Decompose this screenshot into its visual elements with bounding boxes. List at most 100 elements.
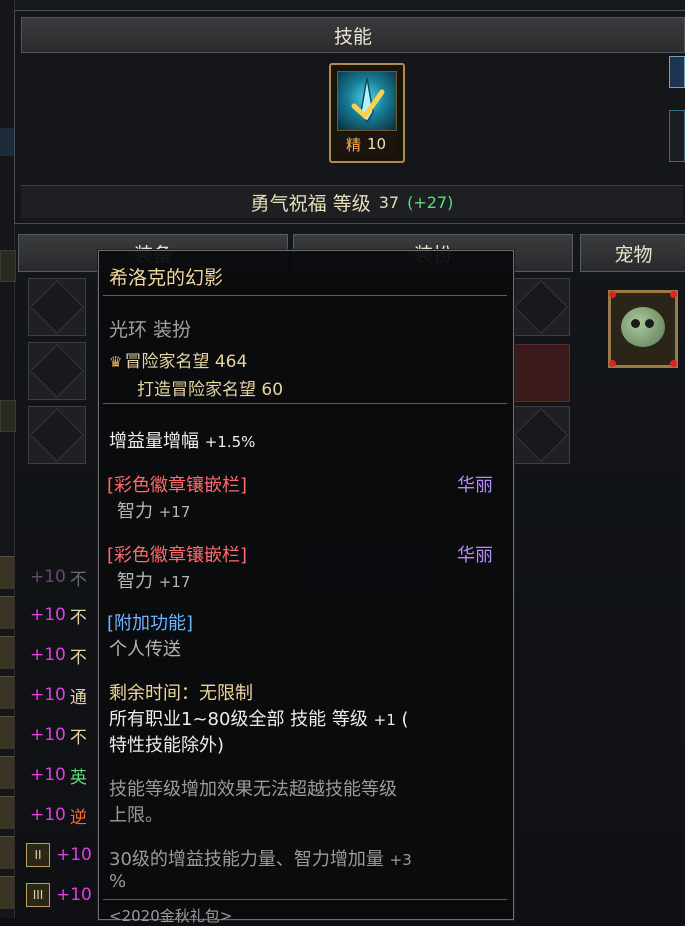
- list-item-icon: [0, 836, 14, 869]
- effect-text: 所有职业1~80级全部 技能 等级: [109, 709, 368, 730]
- remaining-time: 剩余时间：无限制: [109, 683, 253, 704]
- list-item[interactable]: +10 不: [14, 636, 110, 674]
- enhance-level: +10: [30, 725, 66, 745]
- emblem-slot-2-stat: 智力 +17: [117, 567, 190, 593]
- pet-eye: [631, 319, 640, 328]
- list-item[interactable]: +10 不: [14, 716, 110, 754]
- list-item[interactable]: +10 逆: [14, 796, 110, 834]
- extra-function-value: 个人传送: [109, 639, 181, 660]
- equipment-slot[interactable]: [28, 278, 86, 336]
- enhance-level: +10: [30, 645, 66, 665]
- list-item-icon: [0, 676, 14, 709]
- left-chip[interactable]: [0, 400, 16, 432]
- bonus-line-2: %: [109, 871, 127, 892]
- item-type: 光环 装扮: [109, 319, 192, 341]
- item-name-fragment: 不: [69, 647, 87, 668]
- list-item[interactable]: +10 不: [14, 558, 110, 596]
- list-item[interactable]: +10 不: [14, 596, 110, 634]
- mastery-label: 精: [345, 135, 361, 154]
- note-line-1: 技能等级增加效果无法超越技能等级: [109, 779, 397, 800]
- avatar-slot[interactable]: [512, 278, 570, 336]
- craft-fame-label: 打造冒险家名望: [137, 380, 256, 400]
- effect-line-1: 所有职业1~80级全部 技能 等级 +1 (: [109, 705, 409, 731]
- list-item[interactable]: III +10: [14, 876, 110, 914]
- enhance-level: +10: [56, 885, 92, 905]
- craft-fame-value: 60: [261, 380, 284, 400]
- enhance-level: +10: [30, 765, 66, 785]
- skill-name: 勇气祝福 等级: [250, 192, 371, 215]
- buff-amp-label: 增益量增幅: [109, 431, 199, 452]
- item-name-fragment: 不: [69, 569, 87, 590]
- stat-value: +17: [158, 573, 191, 591]
- enhance-level: +10: [30, 685, 66, 705]
- avatar-slot-filled[interactable]: [512, 344, 570, 402]
- skill-level: 37: [378, 192, 400, 212]
- right-edge-button[interactable]: [669, 56, 685, 88]
- skill-panel: 技能 精 10 勇气祝福 等级 37 (+27): [14, 10, 685, 224]
- stat-name: 智力: [117, 501, 153, 522]
- enhance-level: +10: [30, 605, 66, 625]
- item-name-fragment: 逆: [69, 807, 87, 828]
- roman-numeral-badge: II: [26, 843, 50, 867]
- list-item[interactable]: +10 通: [14, 676, 110, 714]
- pet-face-icon: [621, 307, 665, 347]
- item-name-fragment: 英: [69, 767, 87, 788]
- effect-line-2: 特性技能除外): [109, 735, 225, 756]
- divider: [103, 403, 507, 404]
- emblem-slot-2-rarity: 华丽: [457, 545, 493, 566]
- avatar-slot[interactable]: [512, 406, 570, 464]
- item-tooltip: 希洛克的幻影 光环 装扮 ♛ 冒险家名望 464 打造冒险家名望 60 增益量增幅…: [98, 250, 514, 925]
- list-item-icon: [0, 636, 14, 669]
- extra-function-label: [附加功能]: [107, 613, 194, 634]
- list-item-icon: [0, 716, 14, 749]
- emblem-slot-1-label: [彩色徽章镶嵌栏]: [107, 475, 248, 496]
- note-line-2: 上限。: [109, 805, 163, 826]
- list-item-icon: [0, 756, 14, 789]
- buff-amp-value: +1.5%: [204, 433, 256, 451]
- stat-value: +17: [158, 503, 191, 521]
- item-name-fragment: 不: [69, 727, 87, 748]
- bonus-line-1: 30级的增益技能力量、智力增加量 +3: [109, 845, 412, 871]
- enhance-level: +10: [56, 845, 92, 865]
- list-item-icon: [0, 876, 14, 909]
- bonus-text: 30级的增益技能力量、智力增加量: [109, 849, 384, 870]
- skill-slot[interactable]: 精 10: [329, 63, 405, 163]
- list-item[interactable]: II +10: [14, 836, 110, 874]
- corner-gem: [609, 360, 616, 367]
- skill-info-bar: 勇气祝福 等级 37 (+27): [21, 185, 683, 218]
- divider: [103, 899, 507, 900]
- equipment-slot[interactable]: [28, 406, 86, 464]
- list-item-icon: [0, 556, 14, 589]
- pet-slot[interactable]: [608, 290, 678, 368]
- fame-value: 464: [214, 352, 248, 372]
- roman-numeral-badge: III: [26, 883, 50, 907]
- effect-paren: (: [401, 709, 409, 730]
- mastery-value: 10: [366, 135, 387, 153]
- craft-fame-line: 打造冒险家名望 60: [137, 375, 283, 400]
- sword-buff-icon: [337, 71, 397, 131]
- divider: [103, 295, 507, 296]
- fame-line: ♛ 冒险家名望 464: [109, 347, 247, 372]
- right-edge-panel: [669, 110, 685, 162]
- skill-level-tag: 精 10: [337, 133, 395, 155]
- fame-icon: ♛: [109, 353, 123, 371]
- left-chip[interactable]: [0, 250, 16, 282]
- list-item[interactable]: +10 英: [14, 756, 110, 794]
- list-item-icon: [0, 596, 14, 629]
- tab-pet[interactable]: 宠物: [580, 234, 685, 272]
- corner-gem: [670, 360, 677, 367]
- emblem-slot-1-rarity: 华丽: [457, 475, 493, 496]
- emblem-slot-1-stat: 智力 +17: [117, 497, 190, 523]
- list-item-icon: [0, 796, 14, 829]
- item-name: 希洛克的幻影: [109, 267, 224, 289]
- equipment-slot[interactable]: [28, 342, 86, 400]
- enhance-level: +10: [30, 567, 66, 587]
- pet-eye: [645, 319, 654, 328]
- item-name-fragment: 不: [69, 607, 87, 628]
- left-tab-chip[interactable]: [0, 128, 14, 156]
- item-name-fragment: 通: [69, 687, 87, 708]
- stat-name: 智力: [117, 571, 153, 592]
- fame-label: 冒险家名望: [124, 352, 210, 372]
- corner-gem: [670, 291, 677, 298]
- effect-value: +1: [373, 711, 396, 729]
